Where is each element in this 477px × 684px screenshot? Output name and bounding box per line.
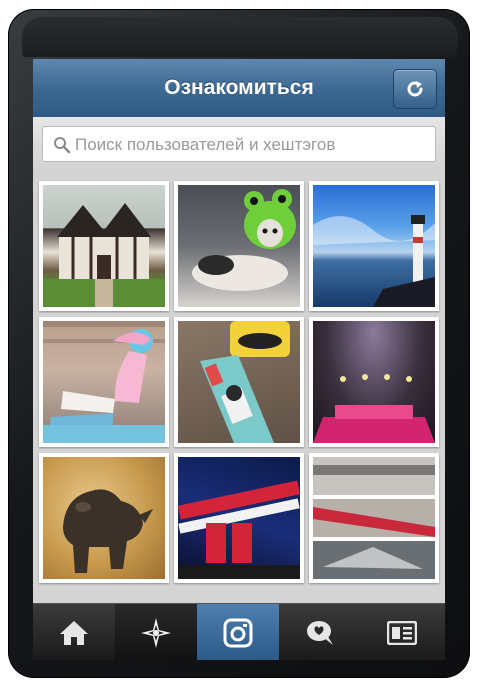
- photo-tile[interactable]: [174, 181, 304, 311]
- app-screen: Ознакомиться Поиск пользователей и хештэ…: [33, 59, 445, 660]
- collage-illustration: [313, 457, 435, 579]
- tab-explore[interactable]: [115, 604, 197, 660]
- search-input[interactable]: Поиск пользователей и хештэгов: [42, 126, 436, 162]
- search-bar: Поиск пользователей и хештэгов: [33, 117, 445, 173]
- jersey-illustration: [178, 480, 300, 579]
- photo-tile[interactable]: [39, 181, 169, 311]
- camera-icon: [223, 618, 253, 647]
- photo-tile[interactable]: [309, 453, 439, 583]
- photo-tile[interactable]: [39, 317, 169, 447]
- photo-tile[interactable]: [309, 317, 439, 447]
- navigation-bar: Ознакомиться: [33, 59, 445, 118]
- photo-tile[interactable]: [39, 453, 169, 583]
- kitten-illustration: [192, 189, 296, 291]
- tab-profile[interactable]: [361, 604, 443, 660]
- photo-hockey-jersey-39: [178, 457, 300, 579]
- explore-star-icon: [141, 617, 171, 648]
- photo-tile[interactable]: [174, 317, 304, 447]
- room-illustration: [313, 374, 435, 443]
- photo-rhino-figurine: [43, 457, 165, 579]
- house-illustration: [43, 203, 165, 307]
- photo-tudor-house: [43, 185, 165, 307]
- tab-home[interactable]: [33, 604, 115, 660]
- profile-card-icon: [387, 620, 417, 645]
- search-placeholder: Поиск пользователей и хештэгов: [75, 135, 336, 154]
- tab-camera[interactable]: [197, 604, 279, 660]
- photo-pink-room: [313, 321, 435, 443]
- phone-top-bezel: [22, 17, 458, 57]
- photo-tile[interactable]: [309, 181, 439, 311]
- photo-girl-sitting-pink: [43, 321, 165, 443]
- refresh-button[interactable]: [393, 69, 437, 109]
- search-icon: [54, 137, 71, 154]
- photo-juventus-collage: [313, 457, 435, 579]
- lighthouse-illustration: [313, 215, 435, 307]
- tab-activity[interactable]: [279, 604, 361, 660]
- page-title: Ознакомиться: [164, 76, 314, 99]
- activity-bubble-icon: [307, 620, 333, 645]
- photo-mug-and-bookmark: [178, 321, 300, 443]
- home-icon: [60, 620, 88, 645]
- tab-bar: [33, 603, 445, 660]
- photo-lighthouse-sunset: [313, 185, 435, 307]
- refresh-icon: [407, 81, 423, 97]
- mug-illustration: [200, 321, 290, 443]
- photo-kitten-frog-hat: [178, 185, 300, 307]
- rhino-illustration: [63, 489, 153, 573]
- girl-illustration: [43, 321, 165, 443]
- photo-grid: [33, 173, 445, 603]
- photo-tile[interactable]: [174, 453, 304, 583]
